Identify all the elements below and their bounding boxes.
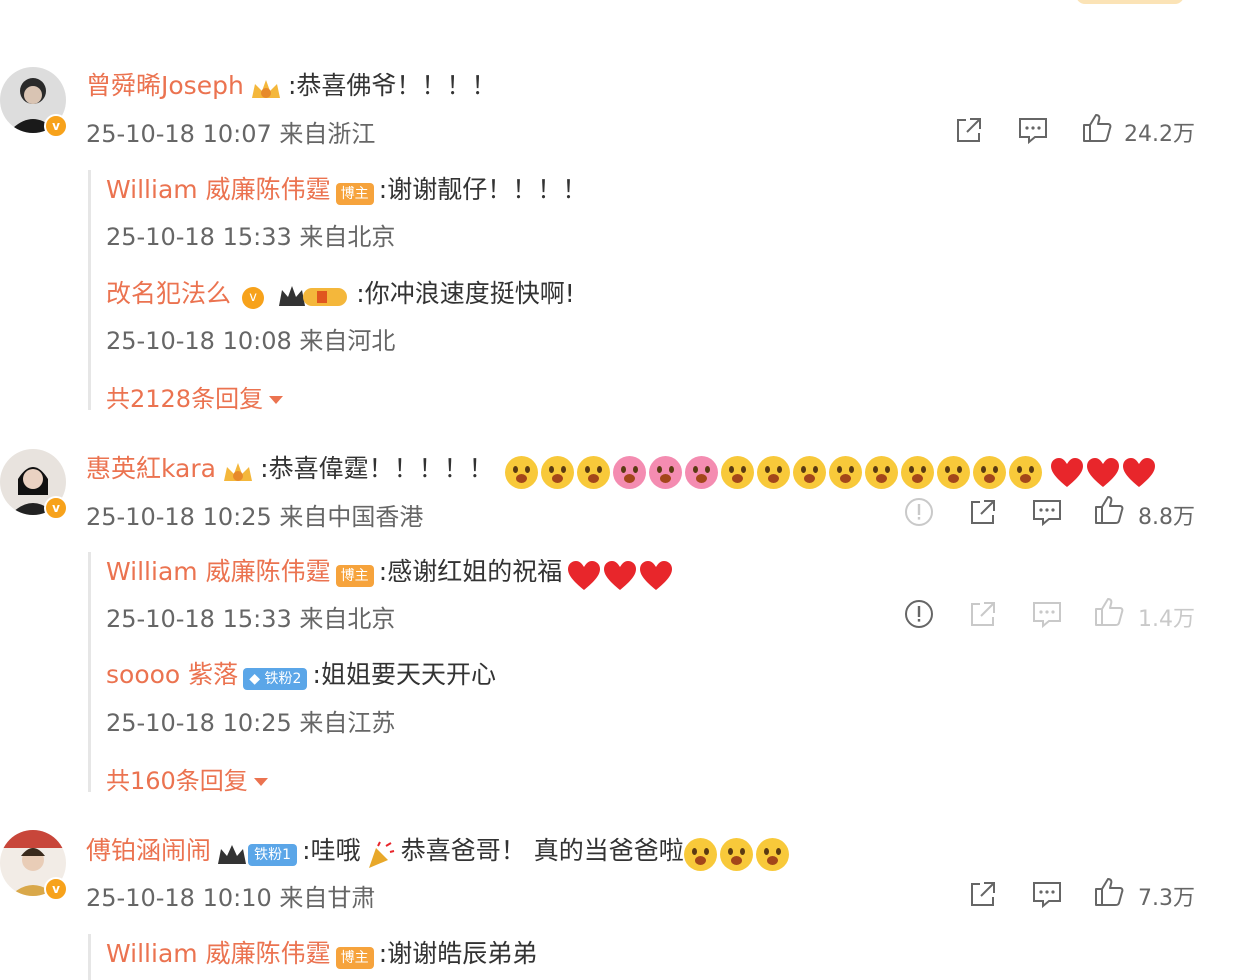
like-icon[interactable] — [1092, 875, 1126, 909]
verified-badge-icon: v — [242, 286, 265, 309]
view-more-replies-link[interactable]: 共2128条回复 — [106, 379, 284, 414]
reply-meta: 25-10-18 10:08 来自河北 — [106, 327, 396, 355]
reply-author-name[interactable]: William 威廉陈伟霆 — [106, 939, 331, 968]
blushing-emoji-icon — [719, 838, 753, 871]
surprised-emoji-icon — [720, 456, 754, 489]
comment-meta: 25-10-18 10:07 来自浙江 — [86, 120, 376, 148]
comment-meta: 25-10-18 10:10 来自甘肃 — [86, 884, 376, 912]
caret-down-icon — [269, 396, 284, 404]
party-emoji-icon — [828, 456, 862, 489]
blushing-emoji-icon — [755, 838, 789, 871]
report-icon[interactable] — [902, 495, 936, 529]
party-emoji-icon — [900, 456, 934, 489]
like-icon[interactable] — [1080, 111, 1114, 145]
crown-badge-icon — [221, 459, 255, 487]
reply-author-name[interactable]: William 威廉陈伟霆 — [106, 175, 331, 204]
surprised-emoji-icon — [792, 456, 826, 489]
crown-badge-icon — [249, 76, 283, 104]
reply-meta: 25-10-18 15:33 来自北京 — [106, 223, 396, 251]
fan-level-badge: 铁粉1 — [248, 843, 298, 866]
crown-fan-badge: 铁粉1 — [216, 842, 298, 868]
blogger-badge: 博主 — [335, 182, 374, 205]
reply-thread-line — [88, 934, 91, 980]
reply-meta: 25-10-18 10:25 来自江苏 — [106, 709, 396, 737]
commenter-name[interactable]: 傅铂涵闹闹 — [86, 836, 211, 865]
reply-text: 姐姐要天天开心 — [320, 660, 496, 689]
more-replies-label: 共160条回复 — [106, 767, 248, 795]
fan-level-badge: ◆ 铁粉2 — [243, 667, 308, 690]
comment-text: 哇哦 — [310, 836, 361, 865]
report-icon[interactable] — [902, 597, 936, 631]
reply-colon: : — [378, 557, 388, 586]
like-icon[interactable] — [1092, 493, 1126, 527]
caret-down-icon — [253, 778, 268, 786]
blogger-badge: 博主 — [335, 946, 374, 969]
scream-emoji-icon — [576, 456, 610, 489]
reply-author-name[interactable]: 改名犯法么 — [106, 279, 231, 308]
comment-icon[interactable] — [1030, 877, 1064, 911]
reply-colon: : — [378, 175, 388, 204]
like-icon[interactable] — [1092, 595, 1126, 629]
shocked-emoji-icon — [936, 456, 970, 489]
reply-text: 你冲浪速度挺快啊! — [364, 279, 575, 308]
reply-author-name[interactable]: soooo 紫落 — [106, 660, 238, 689]
blogger-badge: 博主 — [335, 564, 374, 587]
scream-emoji-icon — [504, 456, 538, 489]
diamond-icon: ◆ — [249, 670, 261, 687]
red-heart-icon — [1050, 457, 1083, 487]
comment-text: 恭喜偉霆！！！！！ — [268, 454, 494, 483]
red-heart-icon — [1122, 457, 1155, 487]
reply-colon: : — [312, 660, 321, 689]
reply-thread-line — [88, 170, 91, 410]
reply-text: 谢谢皓辰弟弟 — [387, 939, 538, 968]
like-count: 8.8万 — [1138, 505, 1195, 530]
verified-badge-icon: v — [44, 114, 68, 138]
comment-icon[interactable] — [1030, 495, 1064, 529]
like-count: 24.2万 — [1124, 122, 1195, 147]
comment-text: 恭喜佛爷！！！！ — [296, 71, 497, 100]
reply-text: 谢谢靓仔！！！！ — [387, 175, 588, 204]
reply-colon: : — [378, 939, 388, 968]
emoji-row — [504, 456, 1158, 489]
verified-badge-icon: v — [44, 496, 68, 520]
comment-icon[interactable] — [1016, 113, 1050, 147]
surprised-emoji-icon — [756, 456, 790, 489]
verified-badge-icon: v — [44, 877, 68, 901]
commenter-name[interactable]: 惠英紅kara — [86, 454, 216, 483]
shocked-emoji-icon — [1008, 456, 1042, 489]
reply-meta: 25-10-18 15:33 来自北京 — [106, 605, 396, 633]
heart-eyes-emoji-icon — [612, 456, 646, 489]
like-count: 1.4万 — [1138, 607, 1195, 632]
red-heart-icon — [640, 560, 673, 590]
commenter-name[interactable]: 曾舜晞Joseph — [86, 71, 244, 100]
comment-colon: : — [260, 454, 269, 483]
share-icon[interactable] — [966, 495, 1000, 529]
scream-emoji-icon — [540, 456, 574, 489]
comment-colon: : — [302, 836, 311, 865]
red-heart-icon — [1086, 457, 1119, 487]
reply-author-name[interactable]: William 威廉陈伟霆 — [106, 557, 331, 586]
more-replies-label: 共2128条回复 — [106, 385, 264, 413]
comment-text: 恭喜爸哥！ 真的当爸爸啦 — [400, 836, 684, 865]
share-icon[interactable] — [966, 877, 1000, 911]
comment-meta: 25-10-18 10:25 来自中国香港 — [86, 503, 424, 531]
share-icon[interactable] — [966, 597, 1000, 631]
party-emoji-icon — [864, 456, 898, 489]
heart-eyes-emoji-icon — [648, 456, 682, 489]
red-heart-icon — [568, 560, 601, 590]
view-more-replies-link[interactable]: 共160条回复 — [106, 761, 268, 796]
reply-text: 感谢红姐的祝福 — [387, 557, 563, 586]
comment-icon[interactable] — [1030, 597, 1064, 631]
crown-level-badge-icon — [277, 282, 351, 314]
shocked-emoji-icon — [972, 456, 1006, 489]
party-popper-icon — [368, 841, 394, 868]
blushing-emoji-icon — [683, 838, 717, 871]
top-pill-button[interactable] — [1076, 0, 1184, 4]
reply-thread-line — [88, 552, 91, 792]
heart-eyes-emoji-icon — [684, 456, 718, 489]
red-heart-icon — [604, 560, 637, 590]
reply-colon: : — [356, 279, 365, 308]
like-count: 7.3万 — [1138, 886, 1195, 911]
share-icon[interactable] — [952, 113, 986, 147]
